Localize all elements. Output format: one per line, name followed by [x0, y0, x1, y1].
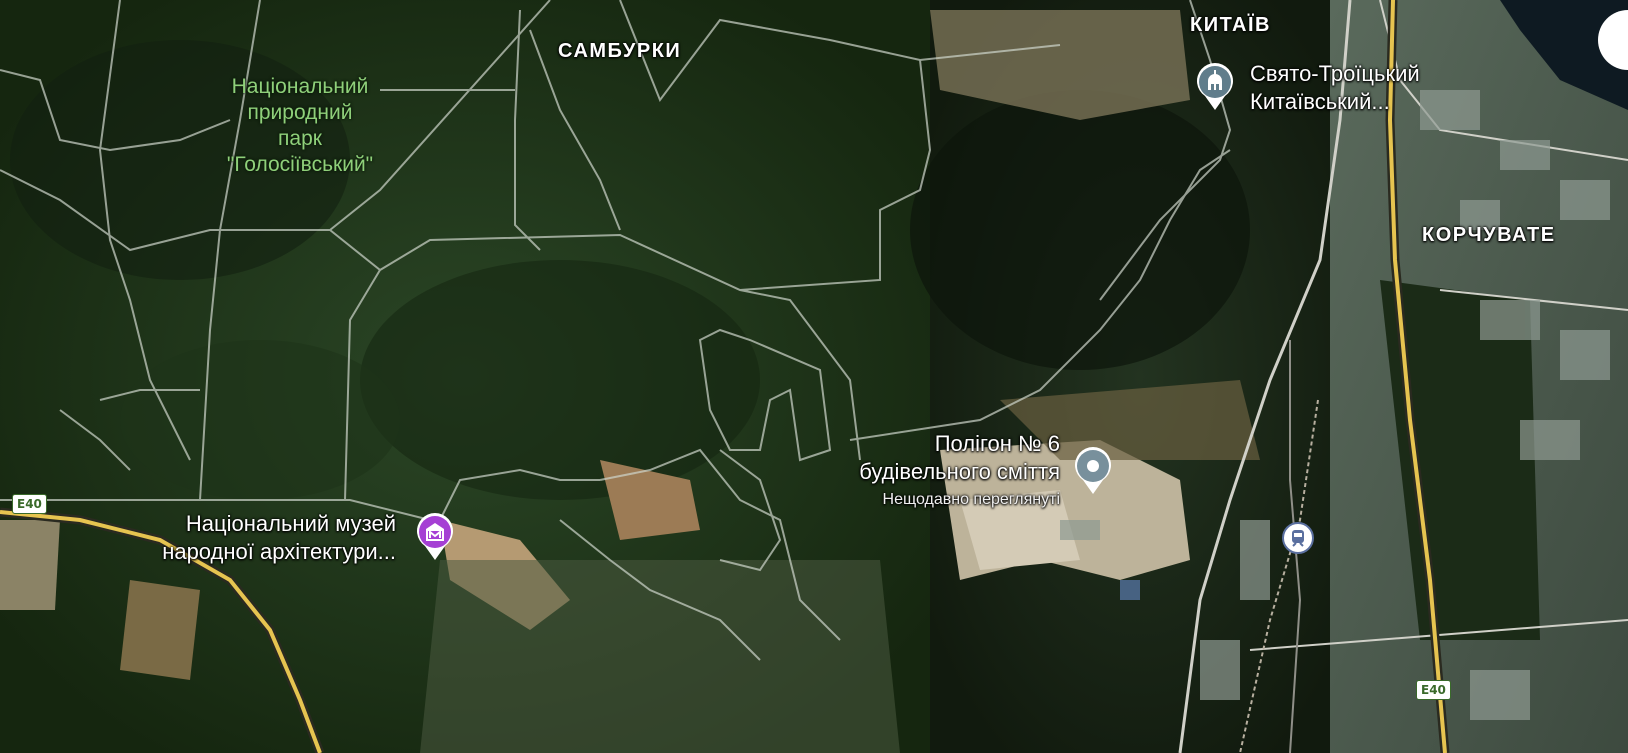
forest-patch [120, 340, 400, 500]
poi-label-line: Національний музей [185, 511, 396, 536]
poi-label-landfill[interactable]: Полігон № 6 будівельного сміття Нещодавн… [822, 430, 1060, 514]
park-label-line: Національний [231, 75, 369, 98]
settlement [420, 560, 900, 753]
park-label[interactable]: Національний природний парк "Голосіївськ… [210, 74, 390, 178]
forest-patch [360, 260, 760, 500]
district-label-samburky: САМБУРКИ [558, 40, 682, 62]
train-icon[interactable] [1282, 522, 1314, 554]
poi-label-museum[interactable]: Національний музей народної архітектури.… [130, 510, 396, 566]
poi-label-line: будівельного сміття [859, 459, 1060, 484]
poi-label-line: Полігон № 6 [934, 431, 1060, 456]
pin-icon [1087, 460, 1099, 472]
district-label-kytaiv: КИТАЇВ [1190, 14, 1271, 36]
park-label-line: "Голосіївський" [226, 153, 374, 176]
poi-recently-viewed: Нещодавно переглянуті [882, 491, 1060, 508]
poi-label-line: Китаївський... [1250, 89, 1390, 114]
field [0, 520, 60, 610]
poi-label-monastery[interactable]: Свято-Троїцький Китаївський... [1250, 60, 1420, 116]
road-shield-e40-east: E40 [1416, 680, 1451, 700]
park-label-line: природний [247, 101, 353, 124]
road-shield-e40-west: E40 [12, 494, 47, 514]
poi-label-line: Свято-Троїцький [1250, 61, 1420, 86]
field [120, 580, 200, 680]
park-label-line: парк [278, 127, 322, 150]
monastery-pin[interactable] [1193, 60, 1237, 112]
district-label-korchuvate: КОРЧУВАТЕ [1422, 224, 1556, 246]
landfill-pin[interactable] [1071, 444, 1115, 496]
poi-label-line: народної архітектури... [162, 539, 396, 564]
museum-pin[interactable] [413, 510, 457, 562]
forest-patch [910, 90, 1250, 370]
